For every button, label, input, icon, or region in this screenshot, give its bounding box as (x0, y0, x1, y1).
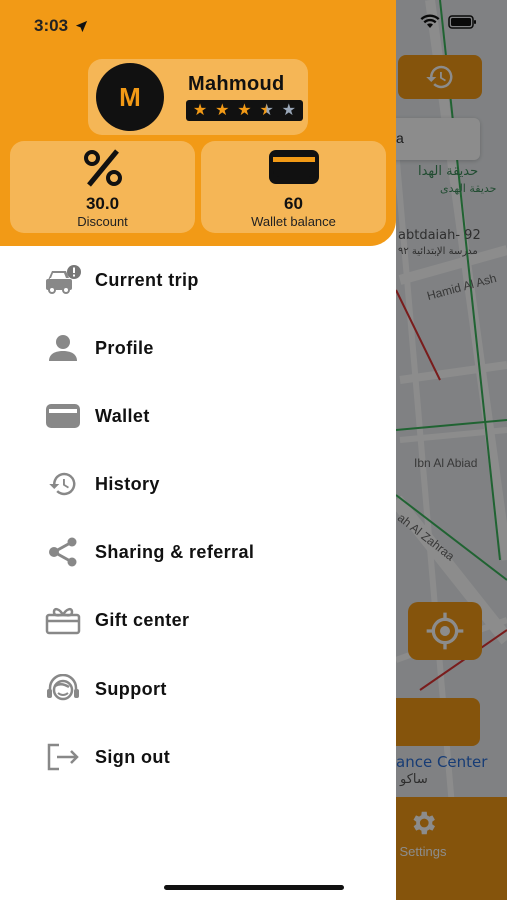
person-icon (44, 332, 82, 364)
history-icon (44, 468, 82, 500)
share-icon (44, 536, 82, 568)
menu-item-label: Gift center (95, 610, 190, 630)
navigation-drawer: 3:03 M Mahmoud ★ ★ ★ ★ ★ 30.0 Discount 6… (0, 0, 396, 900)
star-empty-icon: ★ (281, 101, 297, 119)
menu-item-label: Current trip (95, 270, 199, 290)
menu-item-label: History (95, 474, 160, 494)
avatar-initial: M (96, 63, 164, 131)
wallet-label: Wallet balance (251, 214, 336, 229)
car-alert-icon (44, 264, 82, 296)
menu-item-gift-center[interactable]: Gift center (0, 586, 396, 646)
avatar: M (92, 63, 176, 131)
star-icon: ★ (192, 101, 208, 119)
menu-item-label: Sharing & referral (95, 542, 255, 562)
menu-item-current-trip[interactable]: Current trip (0, 246, 396, 306)
wallet-icon (44, 400, 82, 432)
gift-icon (44, 604, 82, 636)
star-icon: ★ (237, 101, 252, 119)
menu-item-label: Support (95, 679, 167, 699)
wallet-icon (268, 150, 319, 184)
location-arrow-icon (75, 20, 88, 32)
star-half-icon: ★ (259, 101, 274, 119)
status-time-text: 3:03 (34, 16, 69, 35)
menu-item-label: Wallet (95, 406, 150, 426)
menu-item-sign-out[interactable]: Sign out (0, 723, 396, 783)
menu-item-profile[interactable]: Profile (0, 314, 396, 374)
home-indicator[interactable] (164, 885, 344, 890)
discount-card[interactable]: 30.0 Discount (10, 141, 195, 233)
discount-label: Discount (77, 214, 128, 229)
percent-icon (83, 149, 122, 187)
menu-item-history[interactable]: History (0, 450, 396, 510)
menu-item-label: Sign out (95, 747, 171, 767)
menu-item-sharing-referral[interactable]: Sharing & referral (0, 518, 396, 578)
status-bar-time: 3:03 (34, 16, 89, 36)
star-icon: ★ (215, 101, 230, 119)
menu-item-support[interactable]: Support (0, 655, 396, 715)
user-name: Mahmoud (188, 73, 285, 95)
star-rating: ★ ★ ★ ★ ★ (186, 100, 303, 121)
user-card[interactable]: M Mahmoud ★ ★ ★ ★ ★ (88, 59, 308, 135)
menu-item-wallet[interactable]: Wallet (0, 382, 396, 442)
menu-item-label: Profile (95, 338, 154, 358)
discount-value: 30.0 (85, 194, 120, 213)
drawer-header: 3:03 M Mahmoud ★ ★ ★ ★ ★ 30.0 Discount 6… (0, 0, 396, 246)
sign-out-icon (44, 741, 82, 773)
wallet-balance-card[interactable]: 60 Wallet balance (201, 141, 386, 233)
support-icon (44, 673, 82, 705)
wallet-value: 60 (284, 194, 303, 213)
